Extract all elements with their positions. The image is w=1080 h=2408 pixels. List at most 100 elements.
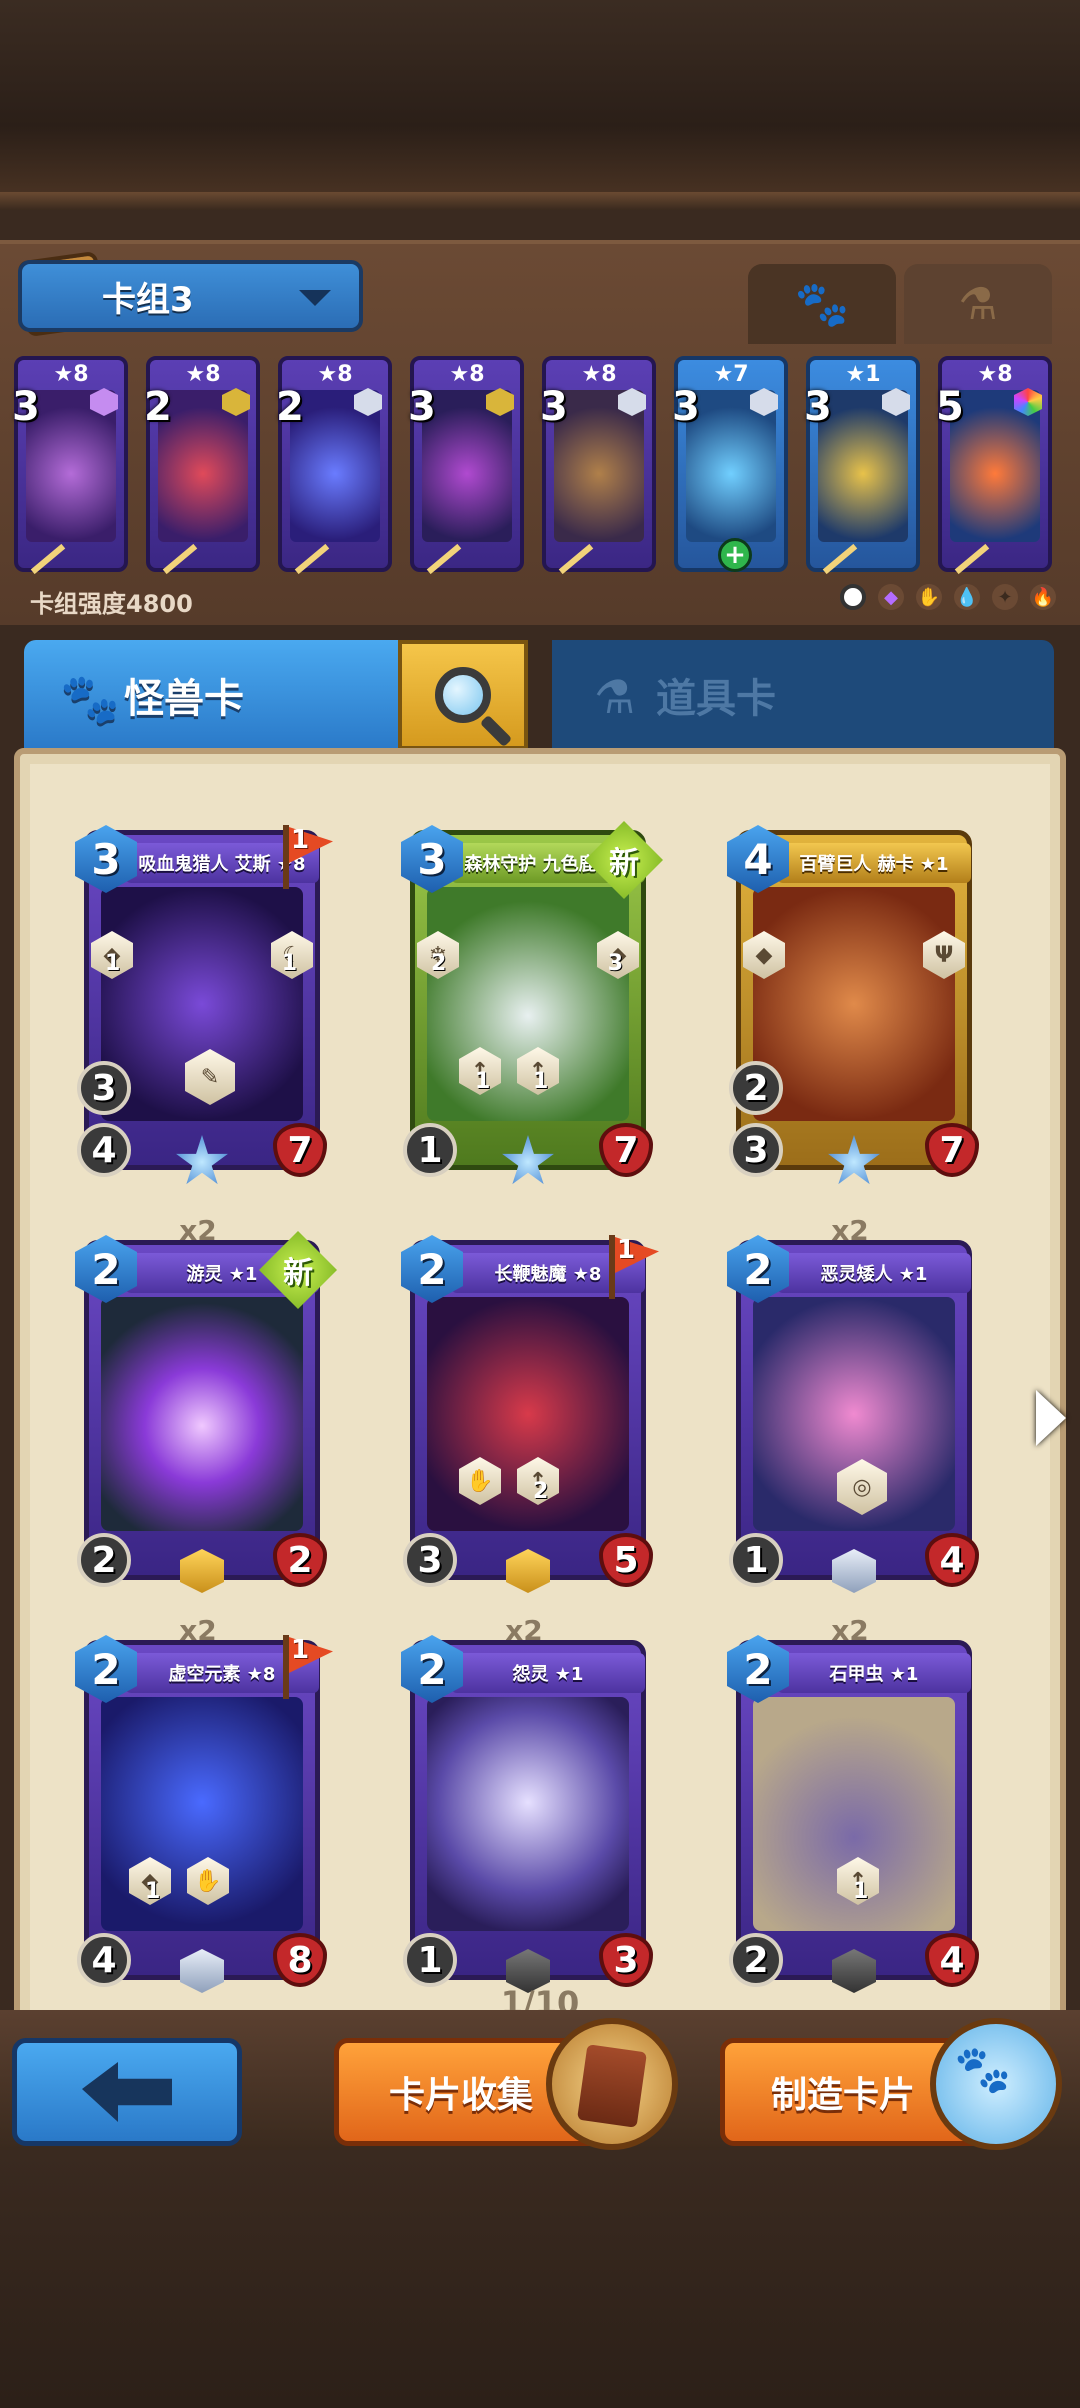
sword-icon	[294, 543, 330, 575]
card-name: 百臂巨人 赫卡 ★1	[777, 843, 971, 883]
deck-card[interactable]: ★8 2	[276, 356, 392, 575]
level-flag-icon: 1	[283, 1635, 333, 1699]
card-frame: 吸血鬼猎人 艾斯 ★8 3 1 ◆ 1 ☾ 1 ✎ 3 4 7	[75, 825, 333, 1185]
filter-water-icon[interactable]: 💧	[954, 584, 980, 610]
level-flag-icon: 1	[283, 825, 333, 889]
deck-card[interactable]: ★8 2	[144, 356, 260, 575]
deck-tab-monster[interactable]: 🐾	[748, 264, 896, 344]
card-name: 怨灵 ★1	[451, 1653, 645, 1693]
deck-card-cost: 3	[672, 384, 700, 430]
level-flag-icon: 1	[609, 1235, 659, 1299]
rarity-star-icon	[828, 1135, 880, 1185]
card-health: 4	[925, 1533, 979, 1587]
deck-card-cost: 3	[804, 384, 832, 430]
deck-card-cost: 2	[144, 384, 172, 430]
deck-card[interactable]: ★8 5	[936, 356, 1052, 575]
collection-card[interactable]: 森林守护 九色鹿 ★1 3 新 ❄ 2 ◆ 3 ↑ 1 ↑ 1 1 7	[394, 821, 663, 1210]
card-name: 恶灵矮人 ★1	[777, 1253, 971, 1293]
filter-fire-icon[interactable]: 🔥	[1030, 584, 1056, 610]
card-speed: 1	[729, 1533, 783, 1587]
rarity-silver-icon	[832, 1549, 876, 1593]
card-cost: 4	[727, 825, 789, 893]
card-speed: 1	[403, 1933, 457, 1987]
card-frame: 长鞭魅魔 ★8 2 1 ✋ ↑ 2 3 5	[401, 1235, 659, 1593]
tab-item-cards[interactable]: ⚗ 道具卡	[552, 640, 1054, 750]
collection-card[interactable]: 长鞭魅魔 ★8 2 1 ✋ ↑ 2 3 5	[394, 1235, 659, 1620]
sword-icon	[558, 543, 594, 575]
search-button[interactable]	[398, 640, 528, 750]
card-attack: 4	[77, 1123, 131, 1177]
filter-shadow-icon[interactable]: ◆	[878, 584, 904, 610]
element-filter-bar: ◆ ✋ 💧 ✦ 🔥	[840, 584, 1056, 610]
ability-value: 1	[533, 1069, 549, 1094]
deck-tab-item[interactable]: ⚗	[904, 264, 1052, 344]
card-art	[753, 887, 955, 1121]
sword-icon	[30, 543, 66, 575]
ability-value: 3	[607, 951, 623, 976]
deck-card[interactable]: ★7 3 +	[672, 356, 788, 572]
deck-card-row: ★8 3 ★8 2 ★8 2 ★8 3 ★8 3 ★7 3 + ★1 3 ★8 …	[12, 356, 1066, 576]
ability-value: 2	[431, 951, 447, 976]
card-cost: 2	[401, 1235, 463, 1303]
card-health: 7	[925, 1123, 979, 1177]
collection-card[interactable]: 吸血鬼猎人 艾斯 ★8 3 1 ◆ 1 ☾ 1 ✎ 3 4 7	[68, 825, 333, 1210]
sword-icon	[954, 543, 990, 575]
back-arrow-icon	[82, 2062, 172, 2122]
collection-card[interactable]: x2 石甲虫 ★1 2 ↑ 1 2 4	[720, 1614, 980, 2020]
search-icon	[435, 667, 491, 723]
card-speed: 3	[77, 1061, 131, 1115]
tab-monster-label: 怪兽卡	[124, 676, 244, 722]
card-frame: 怨灵 ★1 2 1 3	[401, 1635, 653, 1993]
collection-card[interactable]: x2 怨灵 ★1 2 1 3	[394, 1614, 654, 2020]
ability-value: 2	[533, 1479, 549, 1504]
card-frame: 虚空元素 ★8 2 1 ◆ 1 ✋ 4 8	[75, 1635, 333, 1993]
deck-selector[interactable]: 卡组3	[18, 260, 363, 332]
plus-icon: +	[718, 538, 752, 572]
card-book-icon[interactable]	[546, 2018, 678, 2150]
card-speed: 2	[729, 1061, 783, 1115]
rarity-gold-icon	[506, 1549, 550, 1593]
filter-all-icon[interactable]	[840, 584, 866, 610]
deck-strength: 卡组强度4800	[30, 590, 193, 618]
card-frame: 石甲虫 ★1 2 ↑ 1 2 4	[727, 1635, 979, 1993]
collection-card[interactable]: x2 恶灵矮人 ★1 2 ◎ 1 4	[720, 1214, 980, 1620]
deck-card-cost: 3	[12, 384, 40, 430]
rarity-star-icon	[176, 1135, 228, 1185]
top-wood-frame	[0, 0, 1080, 210]
deck-card[interactable]: ★1 3	[804, 356, 920, 575]
bottom-wood-frame	[0, 2150, 1080, 2408]
paw-icon: 🐾	[794, 279, 850, 330]
card-attack: 3	[403, 1533, 457, 1587]
next-page-arrow[interactable]	[1036, 1390, 1066, 1446]
deck-card-cost: 3	[540, 384, 568, 430]
filter-beast-icon[interactable]: ✦	[992, 584, 1018, 610]
ability-value: 1	[853, 1879, 869, 1904]
filter-earth-icon[interactable]: ✋	[916, 584, 942, 610]
deck-card[interactable]: ★8 3	[408, 356, 524, 575]
tab-item-label: 道具卡	[656, 676, 776, 722]
card-collection-label: 卡片收集	[389, 2075, 534, 2116]
ability-value: 1	[281, 951, 297, 976]
deck-card[interactable]: ★8 3	[540, 356, 656, 575]
card-attack: 3	[729, 1123, 783, 1177]
card-health: 5	[599, 1533, 653, 1587]
paw-icon: 🐾	[60, 671, 120, 727]
collection-card[interactable]: x2 游灵 ★1 2 新 2 2	[68, 1214, 337, 1620]
collection-card[interactable]: 百臂巨人 赫卡 ★1 4 ◆ Ψ 2 3 7	[720, 825, 980, 1210]
card-health: 2	[273, 1533, 327, 1587]
flask-icon: ⚗	[958, 278, 998, 330]
card-frame: 森林守护 九色鹿 ★1 3 新 ❄ 2 ◆ 3 ↑ 1 ↑ 1 1 7	[401, 821, 663, 1185]
deck-card[interactable]: ★8 3	[12, 356, 128, 575]
deck-name: 卡组3	[102, 279, 194, 320]
card-attack: 1	[403, 1123, 457, 1177]
collection-card[interactable]: x2 虚空元素 ★8 2 1 ◆ 1 ✋ 4 8	[68, 1614, 333, 2020]
card-health: 8	[273, 1933, 327, 1987]
sword-icon	[162, 543, 198, 575]
chevron-down-icon	[299, 290, 331, 306]
paw-jar-icon[interactable]	[930, 2018, 1062, 2150]
tab-monster-cards[interactable]: 🐾 怪兽卡	[24, 640, 404, 750]
card-name: 石甲虫 ★1	[777, 1653, 971, 1693]
craft-card-label: 制造卡片	[771, 2075, 916, 2116]
back-button[interactable]	[12, 2038, 242, 2146]
card-cost: 3	[75, 825, 137, 893]
